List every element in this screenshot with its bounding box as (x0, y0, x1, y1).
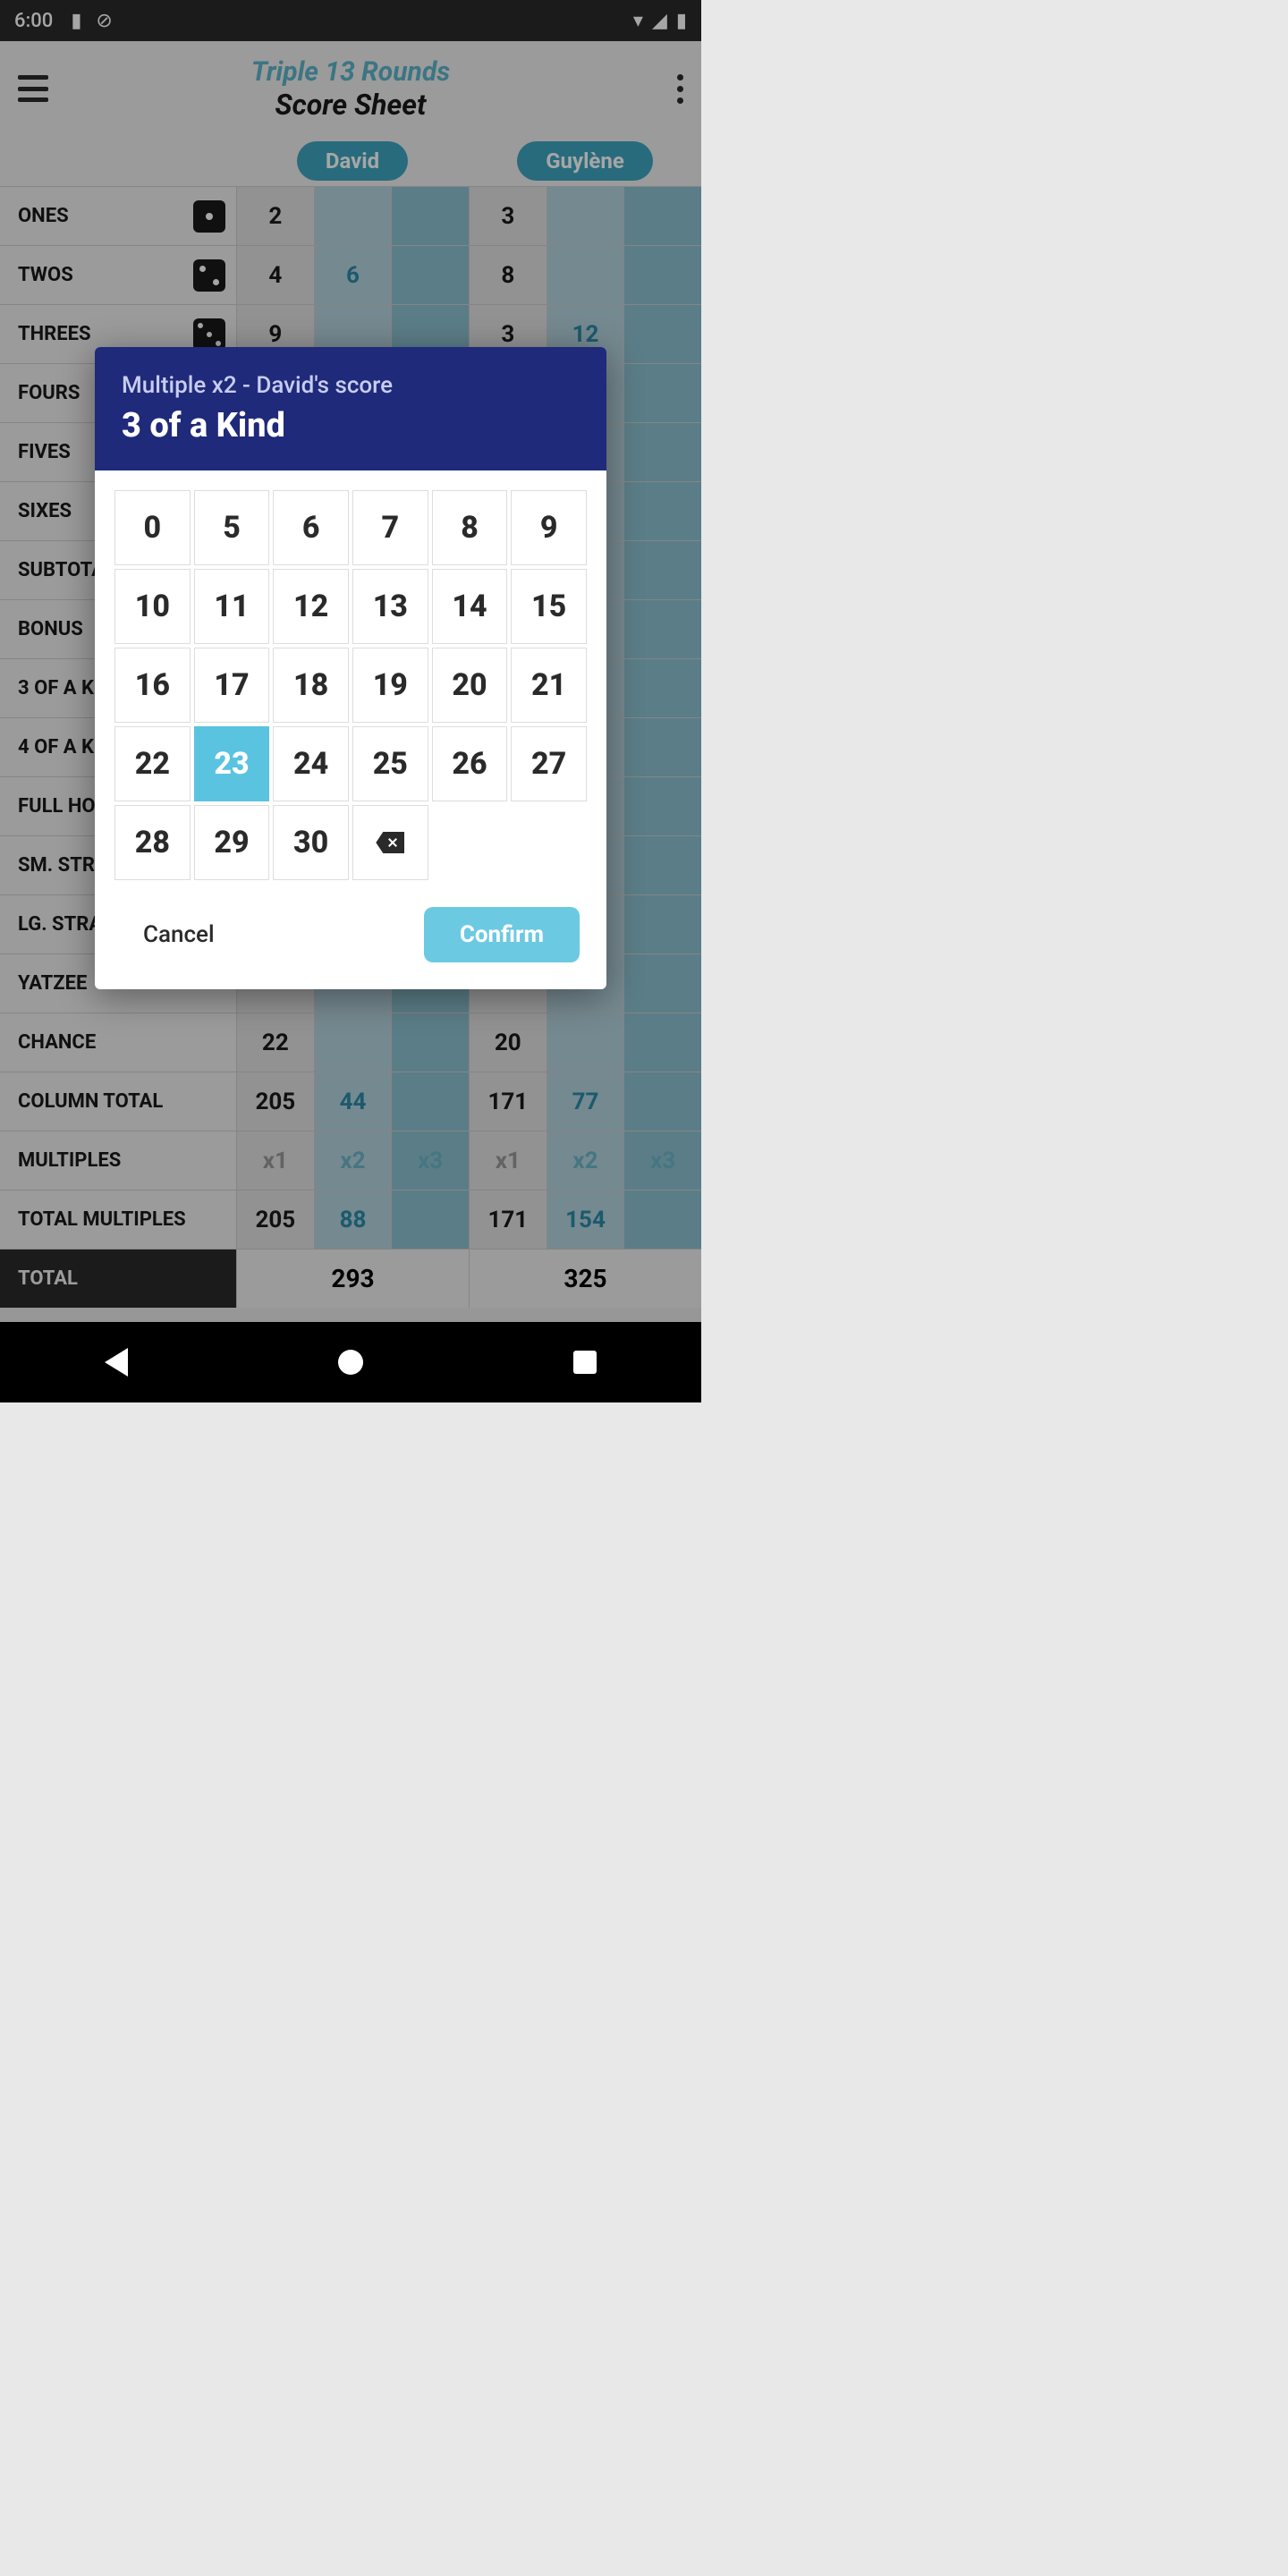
number-button-9[interactable]: 9 (511, 490, 587, 565)
number-button-20[interactable]: 20 (432, 648, 508, 723)
cancel-button[interactable]: Cancel (122, 911, 236, 959)
number-button-8[interactable]: 8 (432, 490, 508, 565)
number-button-17[interactable]: 17 (194, 648, 270, 723)
number-grid: 056789 101112131415 161718192021 2223242526… (95, 470, 606, 889)
number-button-0[interactable]: 0 (114, 490, 191, 565)
number-button-15[interactable]: 15 (511, 569, 587, 644)
number-button-7[interactable]: 7 (352, 490, 428, 565)
number-button-26[interactable]: 26 (432, 726, 508, 801)
number-button-22[interactable]: 22 (114, 726, 191, 801)
number-button-30[interactable]: 30 (273, 805, 349, 880)
backspace-icon (376, 832, 404, 853)
number-button-21[interactable]: 21 (511, 648, 587, 723)
confirm-button[interactable]: Confirm (424, 907, 580, 962)
number-button-29[interactable]: 29 (194, 805, 270, 880)
number-button-16[interactable]: 16 (114, 648, 191, 723)
number-button-19[interactable]: 19 (352, 648, 428, 723)
number-button-23[interactable]: 23 (194, 726, 270, 801)
number-button-27[interactable]: 27 (511, 726, 587, 801)
number-button-25[interactable]: 25 (352, 726, 428, 801)
number-button-6[interactable]: 6 (273, 490, 349, 565)
number-button-28[interactable]: 28 (114, 805, 191, 880)
android-nav-bar (0, 1322, 701, 1402)
number-button-12[interactable]: 12 (273, 569, 349, 644)
number-button-18[interactable]: 18 (273, 648, 349, 723)
nav-recent-icon[interactable] (573, 1351, 597, 1374)
number-button-11[interactable]: 11 (194, 569, 270, 644)
number-button-14[interactable]: 14 (432, 569, 508, 644)
number-button-5[interactable]: 5 (194, 490, 270, 565)
nav-home-icon[interactable] (338, 1350, 363, 1375)
dialog-title: 3 of a Kind (122, 406, 580, 445)
score-dialog: Multiple x2 - David's score 3 of a Kind … (95, 347, 606, 989)
dialog-actions: Cancel Confirm (95, 889, 606, 989)
backspace-button[interactable] (352, 805, 428, 880)
dialog-header: Multiple x2 - David's score 3 of a Kind (95, 347, 606, 470)
number-button-24[interactable]: 24 (273, 726, 349, 801)
nav-back-icon[interactable] (105, 1348, 128, 1377)
number-button-10[interactable]: 10 (114, 569, 191, 644)
dialog-subtitle: Multiple x2 - David's score (122, 372, 580, 399)
number-button-13[interactable]: 13 (352, 569, 428, 644)
